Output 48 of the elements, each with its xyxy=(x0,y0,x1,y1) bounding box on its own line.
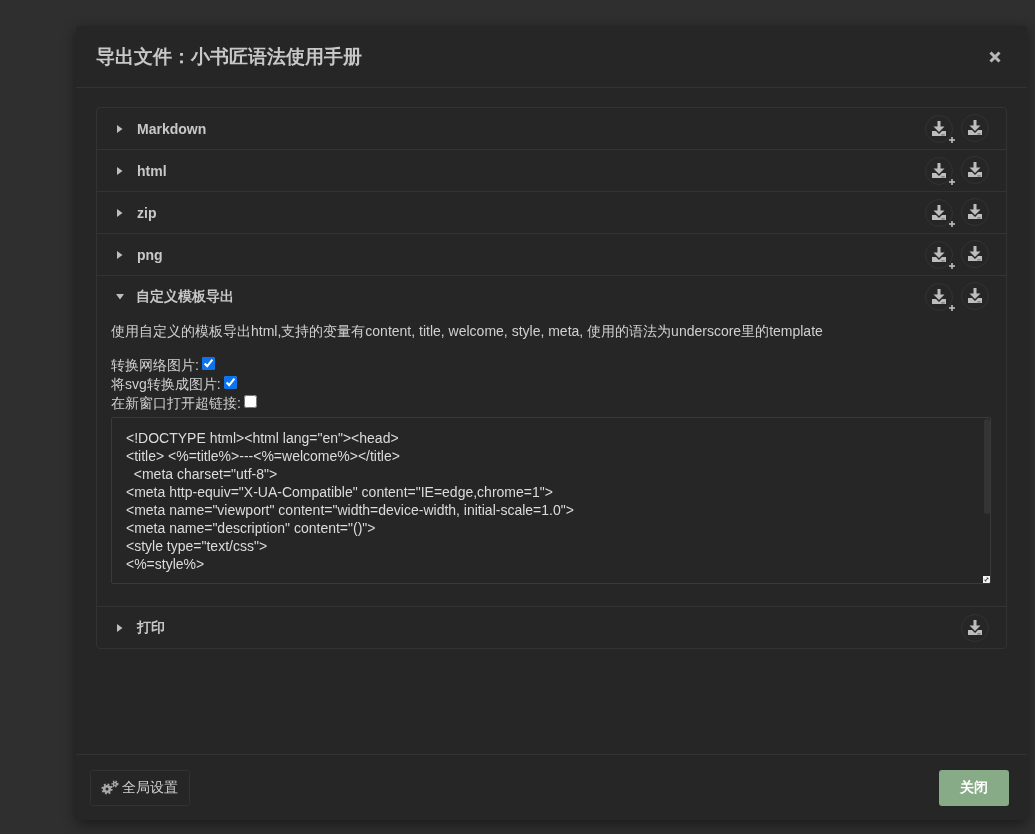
panel-title[interactable]: zip xyxy=(137,204,925,221)
resize-handle-icon[interactable] xyxy=(983,576,990,583)
panel-title[interactable]: Markdown xyxy=(137,120,925,137)
download-button[interactable] xyxy=(961,197,989,226)
download-icon xyxy=(961,155,989,184)
option-label: 转换网络图片: xyxy=(111,356,199,375)
option-label: 将svg转换成图片: xyxy=(111,375,221,394)
download-button[interactable] xyxy=(961,113,989,142)
checkbox[interactable] xyxy=(223,376,237,389)
option-label: 在新窗口打开超链接: xyxy=(111,394,241,413)
download-plus-icon xyxy=(925,114,956,144)
caret-right-icon[interactable] xyxy=(117,208,123,217)
description-text: 使用自定义的模板导出html,支持的变量有content, title, welcome, style, meta, 使用的语法为underscore里的template xyxy=(111,322,824,341)
settings-button[interactable]: 全局设置 xyxy=(90,769,190,806)
close-icon xyxy=(989,50,1001,63)
download-plus-icon xyxy=(925,198,956,228)
download-icon xyxy=(961,113,989,142)
download-icon xyxy=(961,281,989,310)
panel-title[interactable]: png xyxy=(137,246,925,263)
download-plus-icon xyxy=(925,240,956,270)
download-plus-icon xyxy=(925,282,956,312)
caret-down-icon[interactable] xyxy=(116,293,124,300)
gears-icon xyxy=(101,780,119,795)
caret-right-icon[interactable] xyxy=(117,124,123,133)
caret-right-icon[interactable] xyxy=(117,250,123,259)
download-new-button[interactable] xyxy=(925,197,956,228)
checkbox[interactable] xyxy=(201,357,215,370)
panel-title[interactable]: 自定义模板导出 xyxy=(136,287,925,306)
download-plus-icon xyxy=(925,156,956,186)
download-new-button[interactable] xyxy=(925,239,956,270)
panel-title[interactable]: html xyxy=(137,162,925,179)
panel-title[interactable]: 打印 xyxy=(137,618,961,637)
download-new-button[interactable] xyxy=(925,281,956,312)
caret-right-icon[interactable] xyxy=(117,166,123,175)
download-new-button[interactable] xyxy=(925,113,956,144)
download-new-button[interactable] xyxy=(925,155,956,186)
download-button[interactable] xyxy=(961,239,989,268)
download-button[interactable] xyxy=(961,281,989,310)
checkbox[interactable] xyxy=(243,395,257,408)
download-icon xyxy=(961,613,989,642)
template-textarea[interactable]: <!DOCTYPE html><html lang="en"><head> <title> <%=title%>---<%=welcome%></title> <meta charset="utf-8"> <meta http-equiv="X-UA-Compatible" content="IE=edge,chrome=1"> <meta name="viewport" content="width=device-width, initial-scale=1.0"> <meta name="description" content="()"> <style type="text/css"> <%=style%> xyxy=(111,417,991,584)
dialog-title: 导出文件：小书匠语法使用手册 xyxy=(96,44,362,69)
close-button[interactable] xyxy=(989,50,1001,63)
caret-right-icon[interactable] xyxy=(117,623,123,632)
download-icon xyxy=(961,197,989,226)
download-button[interactable] xyxy=(961,613,989,642)
download-button[interactable] xyxy=(961,155,989,184)
download-icon xyxy=(961,239,989,268)
